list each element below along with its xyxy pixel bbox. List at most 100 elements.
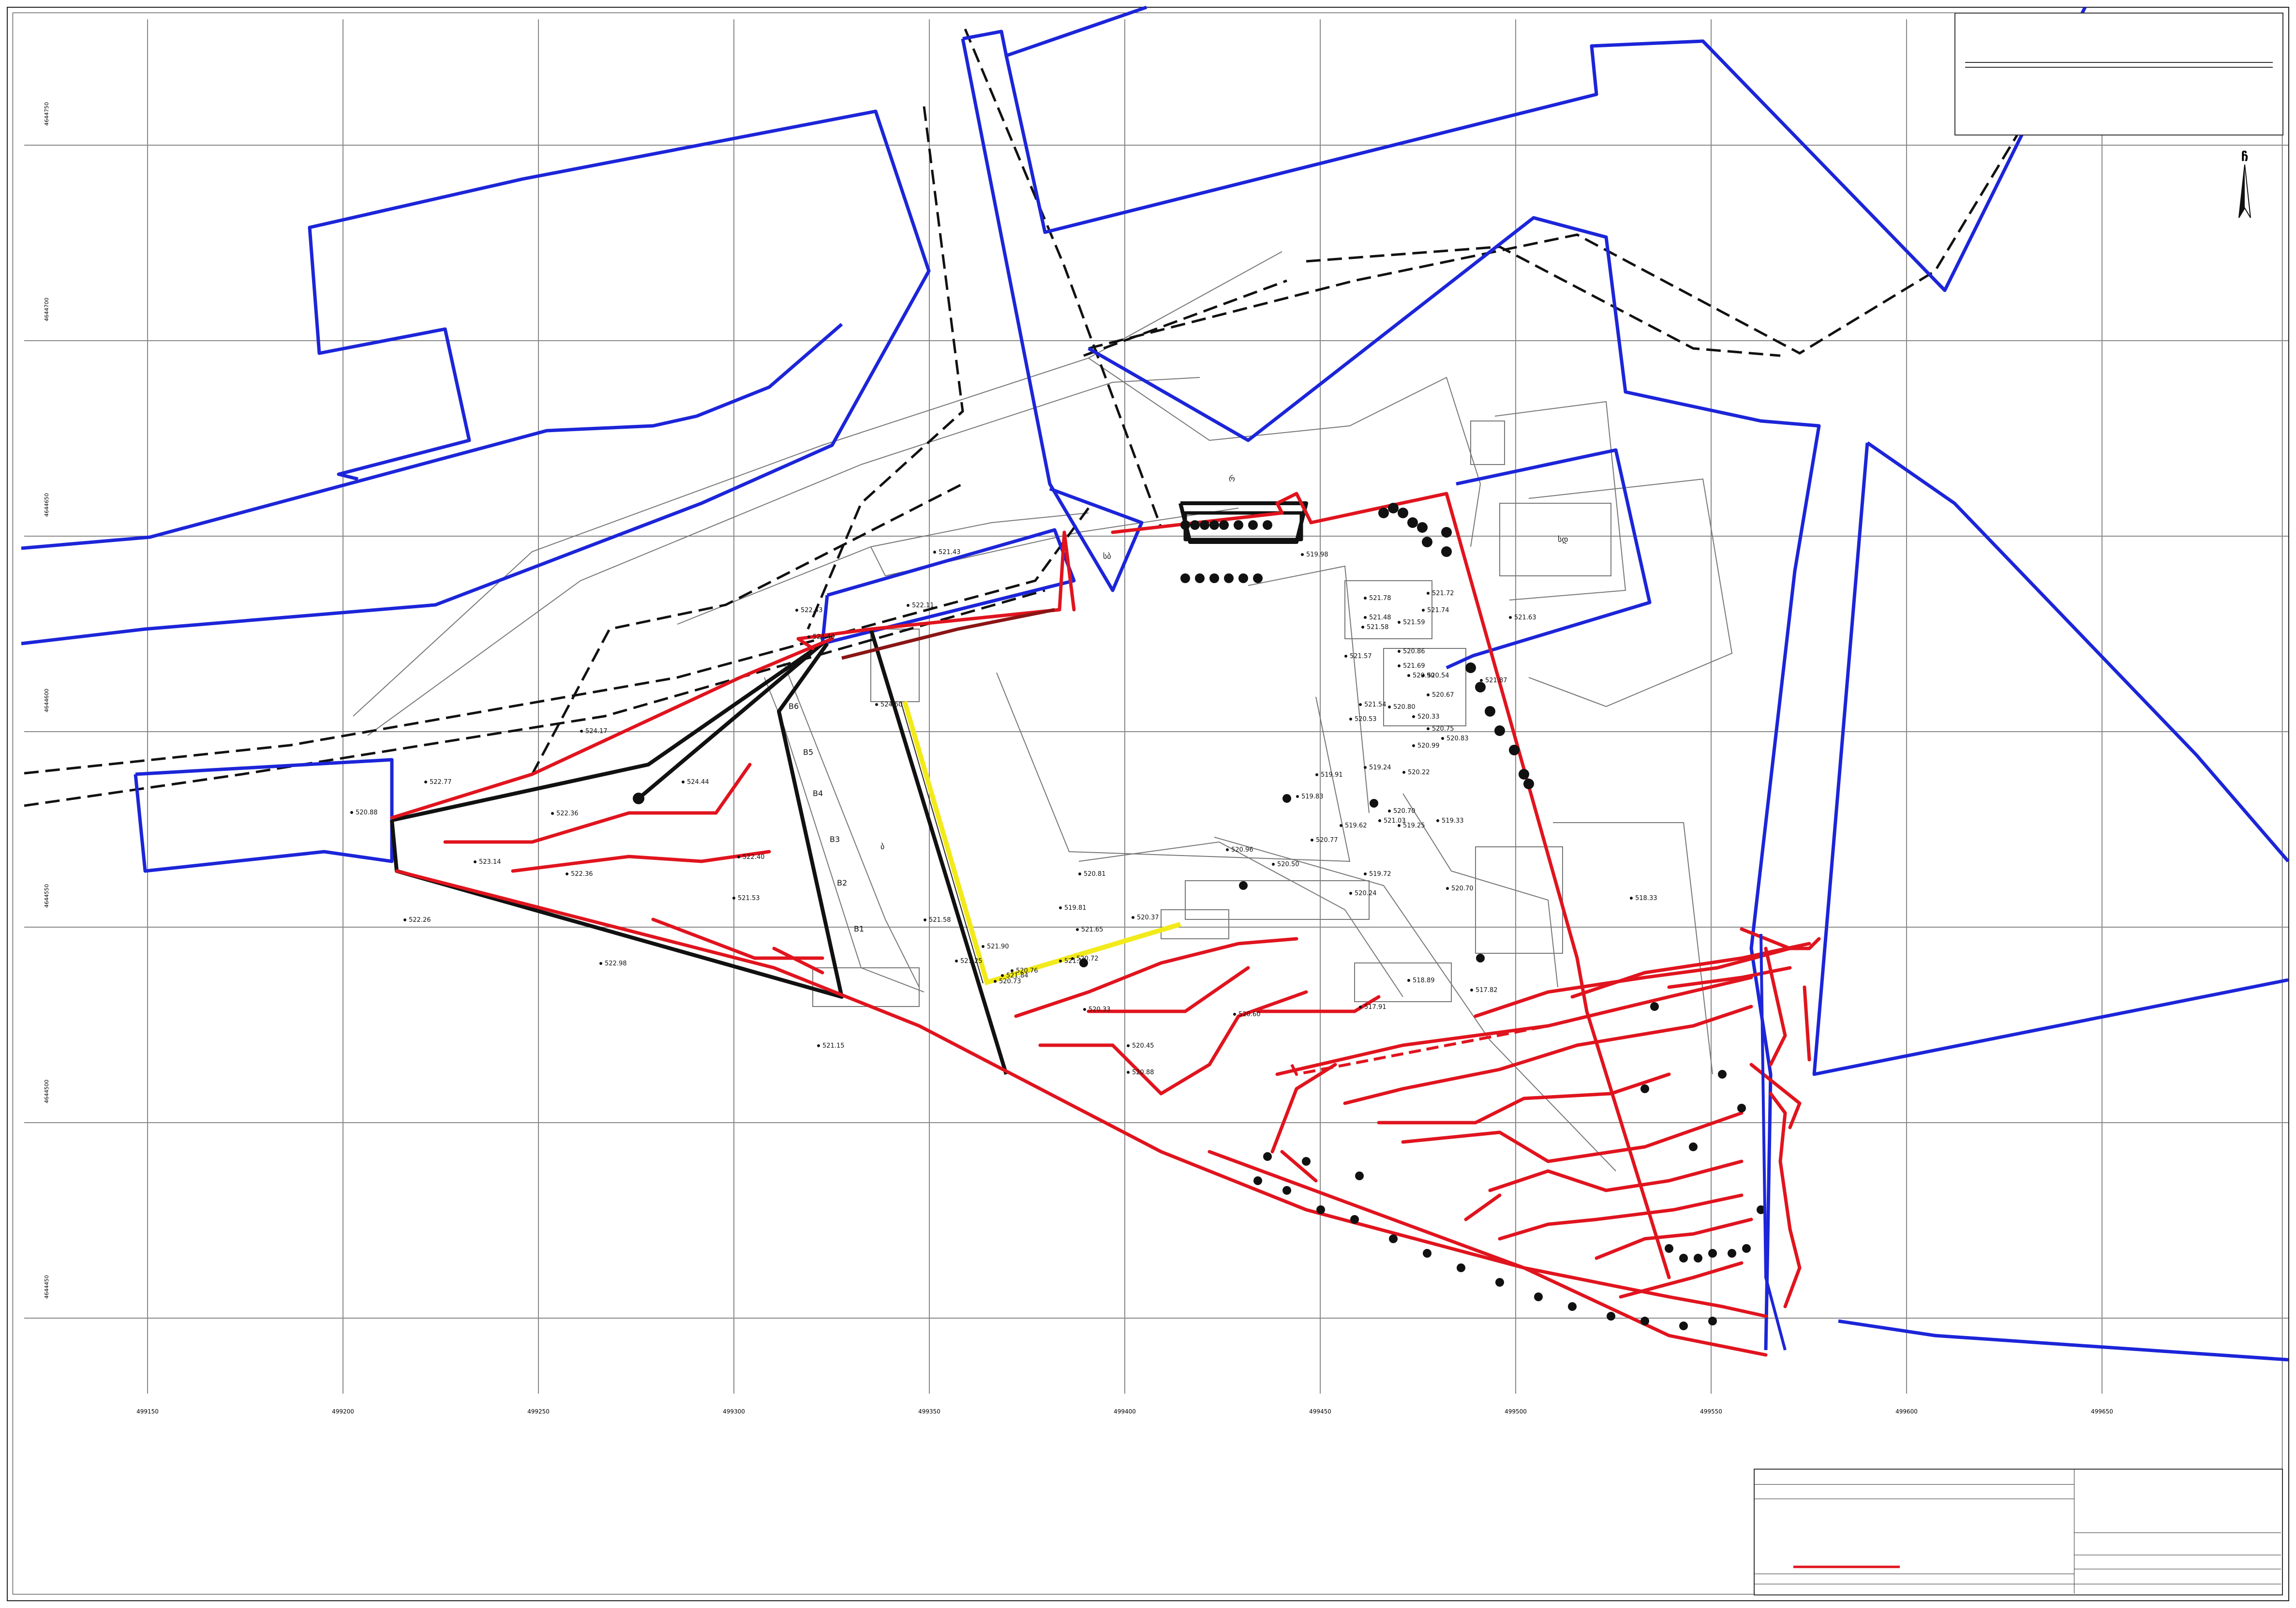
spot-height-label: 524.40 [813, 633, 835, 641]
spot-height-marker [1407, 979, 1410, 982]
spot-height-label: 520.77 [1316, 837, 1338, 844]
spot-height-marker [1315, 773, 1318, 776]
topographic-map-sheet: 524.17 522.77 520.88 522.36 523.14 522.36 522.… [0, 0, 2296, 1608]
spot-height-marker [982, 945, 984, 948]
spot-height-marker [875, 703, 878, 706]
spot-height-label: 522.11 [912, 602, 934, 609]
spot-height-marker [566, 872, 568, 875]
spot-height-label: 520.45 [1132, 1042, 1154, 1050]
base-topography [353, 251, 1733, 1172]
spot-height-label: 519.81 [1064, 904, 1087, 912]
spot-height-marker [1630, 897, 1633, 900]
y-tick-label: 4644500 [44, 1080, 50, 1103]
spot-height-marker [1127, 1071, 1130, 1074]
spot-height-label: 519.62 [1345, 822, 1367, 829]
spot-height-label: 520.81 [1084, 871, 1106, 878]
spot-height-marker [933, 551, 936, 554]
spot-height-marker [1059, 906, 1062, 909]
spot-height-marker [1127, 1044, 1130, 1047]
spot-height-label: 520.88 [1132, 1069, 1154, 1076]
spot-height-label: 520.96 [1231, 846, 1253, 854]
spot-height-marker [1378, 819, 1381, 822]
spot-height-label: 519.91 [1321, 771, 1343, 779]
spot-height-label: 520.22 [1408, 769, 1430, 776]
spot-height-marker [1226, 848, 1229, 851]
spot-height-marker [1233, 1013, 1236, 1016]
spot-height-label: 521.58 [929, 917, 951, 924]
spot-height-label: 522.36 [571, 871, 593, 878]
yellow-utility-line [902, 701, 1181, 986]
map-area-label: ბ [880, 842, 884, 851]
y-tick-label: 4644550 [44, 884, 50, 908]
north-arrow-icon [2238, 164, 2251, 218]
x-tick-label: 499550 [1700, 1408, 1722, 1415]
spot-height-label: 520.70 [1393, 808, 1416, 815]
spot-height-marker [1359, 1006, 1362, 1008]
spot-height-marker [1422, 674, 1425, 677]
map-area-label: B1 [854, 924, 864, 933]
spot-height-label: 524.44 [687, 779, 709, 786]
spot-height-label: 521.58 [1367, 624, 1389, 631]
spot-height-marker [907, 604, 909, 607]
spot-height-marker [817, 1044, 820, 1047]
spot-height-marker [551, 812, 554, 815]
tree-symbols [1079, 503, 1765, 1330]
spot-height-marker [1407, 674, 1410, 677]
x-tick-label: 499150 [136, 1408, 159, 1415]
spot-height-label: 519.33 [1442, 817, 1464, 825]
spot-height-label: 520.72 [1076, 955, 1099, 962]
spot-height-label: 519.24 [1369, 764, 1391, 771]
north-arrow-label: ჩ [2241, 150, 2249, 165]
spot-height-marker [1398, 664, 1401, 667]
spot-height-marker [1340, 824, 1342, 827]
map-area-label: სდ [1558, 535, 1568, 544]
spot-height-marker [424, 781, 427, 783]
spot-height-label: 520.33 [1417, 713, 1440, 721]
map-area-label: B3 [830, 835, 840, 844]
spot-height-label: 519.72 [1369, 871, 1391, 878]
spot-height-marker [994, 980, 997, 983]
x-tick-label: 499450 [1309, 1408, 1331, 1415]
spot-height-marker [403, 918, 406, 921]
map-area-label: B2 [837, 878, 847, 887]
spot-height-marker [1078, 872, 1081, 875]
spot-height-label: 522.36 [556, 810, 579, 817]
spot-height-label: 521.78 [1369, 595, 1391, 602]
x-tick-label: 499350 [918, 1408, 940, 1415]
x-tick-label: 499250 [527, 1408, 550, 1415]
spot-height-marker [1349, 892, 1352, 895]
spot-height-marker [924, 918, 926, 921]
spot-height-marker [350, 811, 353, 814]
spot-height-label: 520.73 [999, 978, 1021, 985]
title-block [1954, 13, 2283, 135]
spot-height-label: 520.54 [1427, 672, 1449, 679]
spot-height-label: 521.53 [738, 895, 760, 902]
spot-height-label: 521.74 [1427, 607, 1449, 614]
spot-height-label: 519.98 [1306, 551, 1328, 558]
spot-height-marker [1446, 887, 1449, 890]
labels-layer: 524.17 522.77 520.88 522.36 523.14 522.36 522.… [350, 474, 1657, 1076]
spot-height-marker [1470, 989, 1473, 992]
spot-height-marker [1509, 616, 1512, 619]
spot-height-marker [732, 897, 735, 900]
spot-height-label: 518.89 [1413, 977, 1435, 984]
spot-height-marker [1301, 553, 1304, 556]
yellow-line-outline [900, 701, 984, 984]
spot-height-marker [580, 730, 583, 733]
title-rule [1965, 62, 2273, 63]
spot-height-label: 522.77 [430, 779, 452, 786]
spot-height-marker [474, 860, 477, 863]
x-tick-label: 499400 [1114, 1408, 1136, 1415]
spot-height-marker [1436, 819, 1439, 822]
spot-height-marker [1422, 609, 1425, 612]
spot-height-label: 521.25 [960, 958, 983, 965]
spot-height-label: 521.65 [1081, 926, 1103, 933]
spot-height-label: 523.14 [479, 858, 501, 866]
spot-height-marker [1412, 715, 1415, 718]
spot-height-marker [1344, 655, 1347, 658]
x-tick-label: 499500 [1505, 1408, 1527, 1415]
spot-height-marker [1412, 744, 1415, 747]
y-tick-label: 4644450 [44, 1275, 50, 1299]
spot-height-label: 524.60 [880, 701, 903, 708]
spot-height-marker [1349, 718, 1352, 721]
